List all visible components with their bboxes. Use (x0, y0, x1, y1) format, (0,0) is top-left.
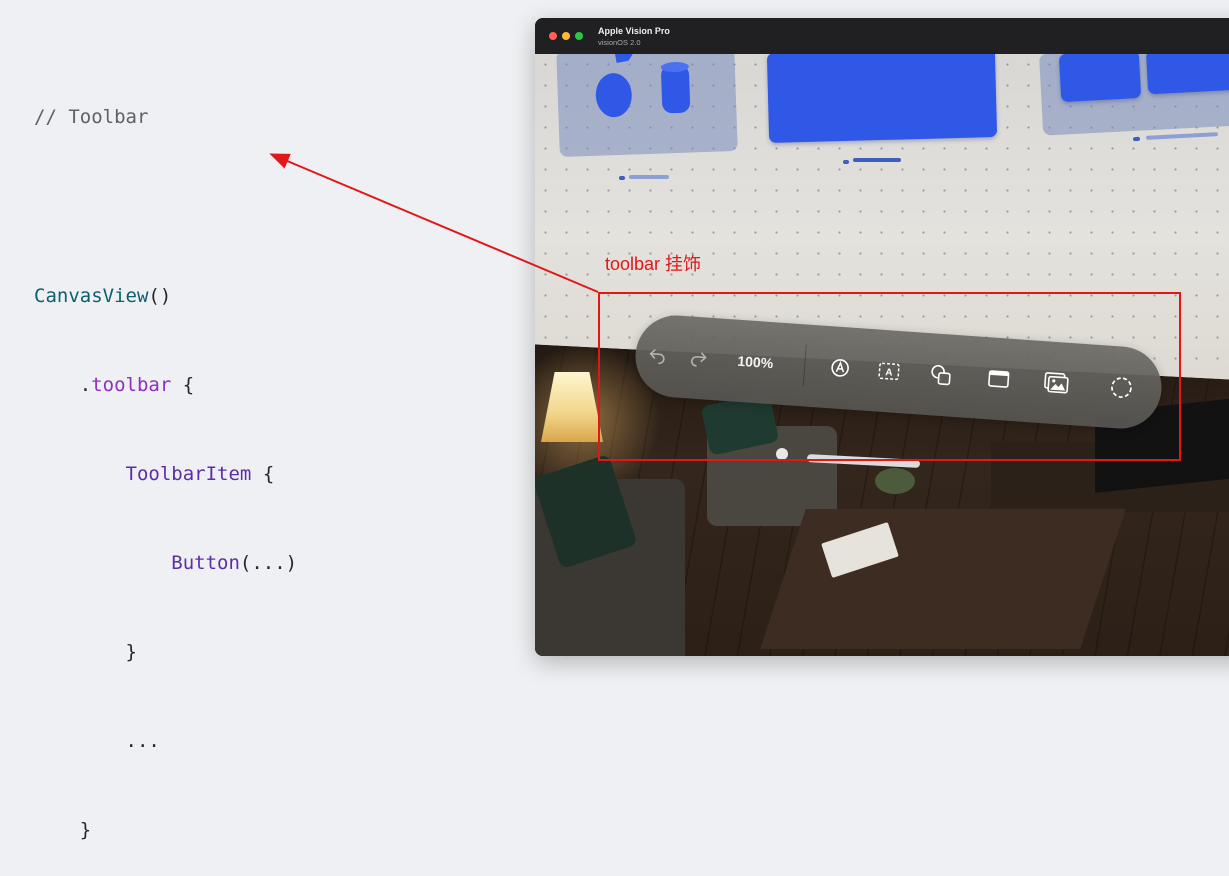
annotation-arrow (269, 153, 599, 293)
code-line-ellipsis: ... (34, 727, 297, 757)
code-line-close-2: } (34, 816, 297, 846)
code-ellipsis: ... (125, 730, 160, 753)
code-close-brace-2: } (79, 819, 92, 842)
